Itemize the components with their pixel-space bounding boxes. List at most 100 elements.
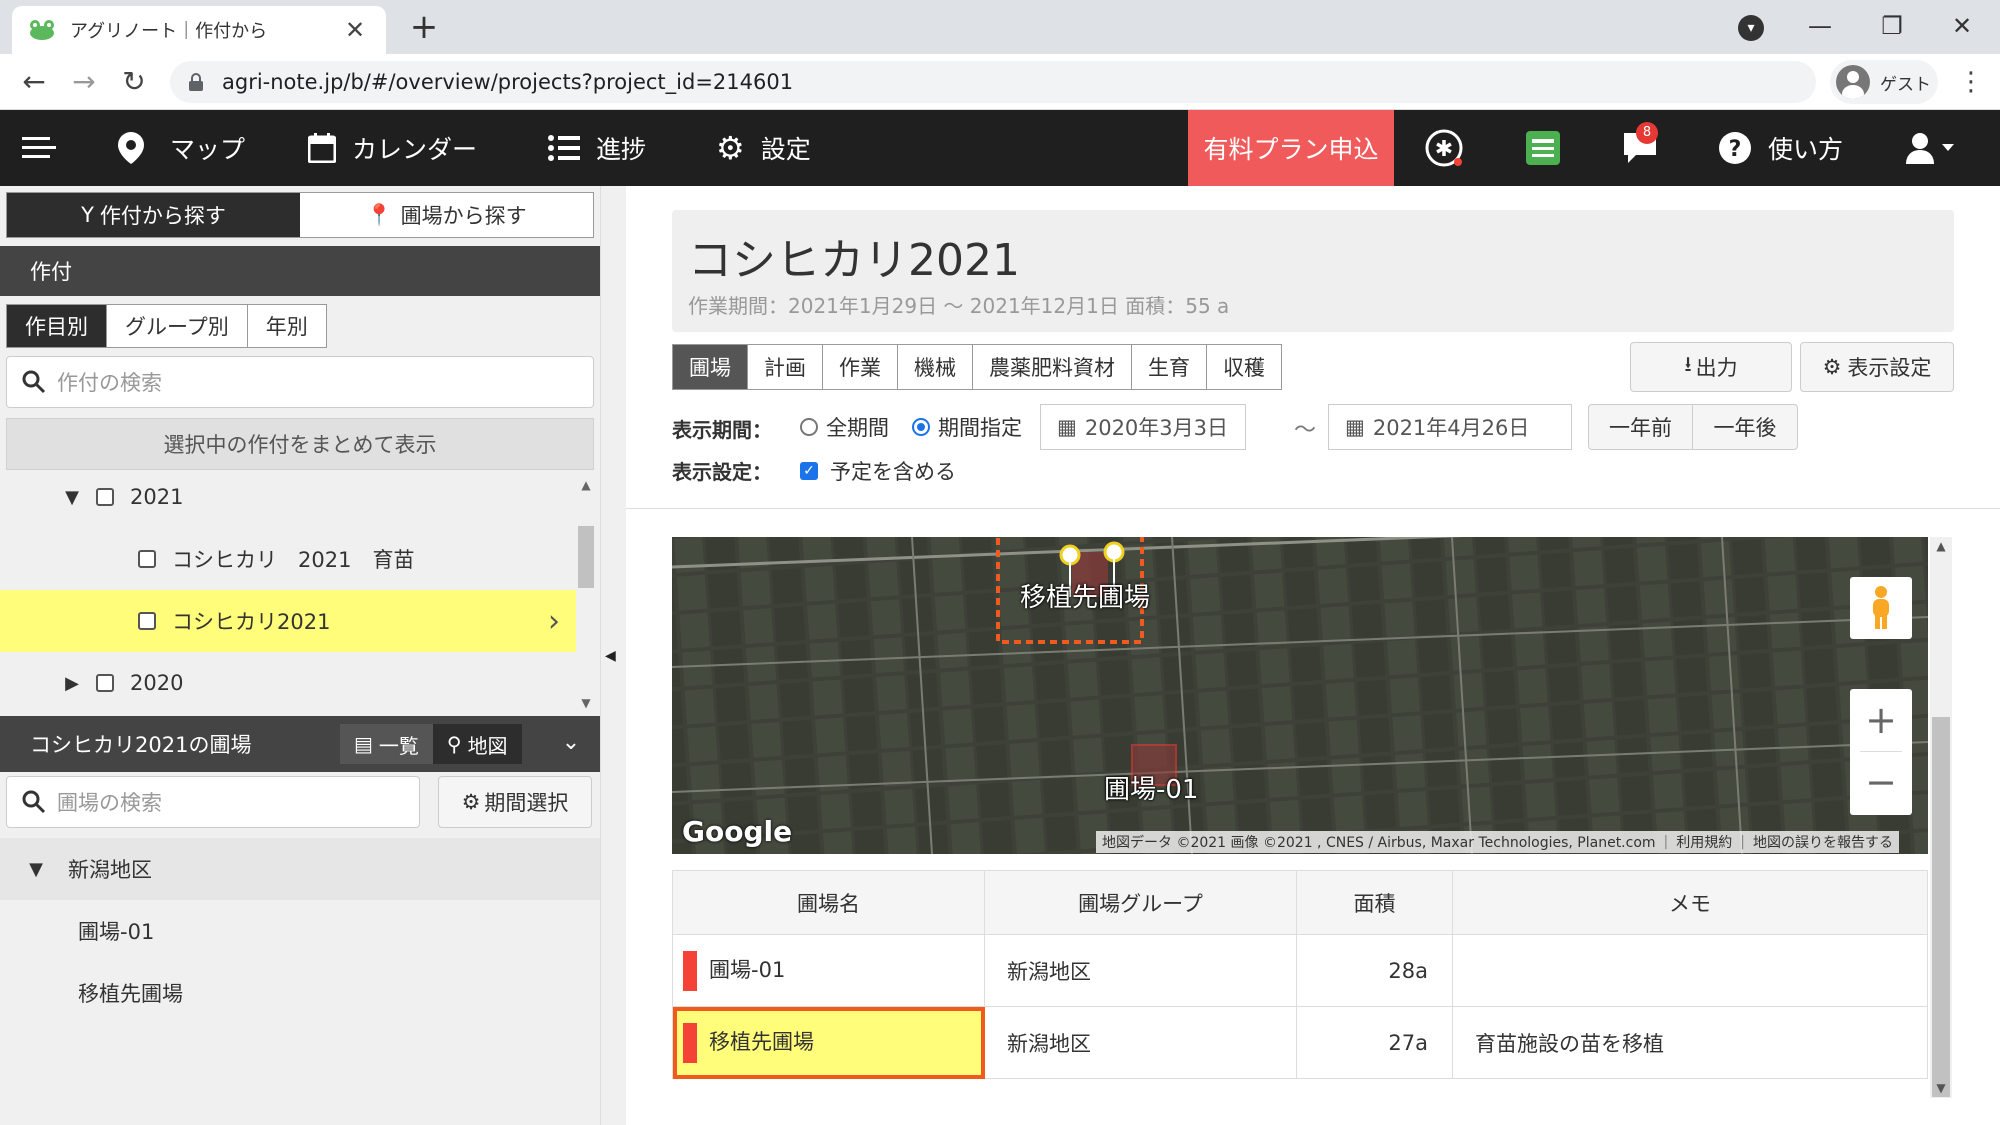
nav-progress[interactable]: 進捗 (548, 110, 646, 186)
radio-custom[interactable] (912, 418, 930, 436)
zoom-in-icon[interactable]: + (1850, 689, 1912, 751)
help-link[interactable]: ? 使い方 (1718, 110, 1843, 186)
next-year-button[interactable]: 一年後 (1693, 405, 1797, 449)
reload-icon[interactable]: ↻ (116, 64, 152, 100)
cell-field-name[interactable]: 圃場-01 (672, 934, 985, 1007)
include-plan-option[interactable]: ✓ 予定を含める (800, 456, 956, 486)
prev-year-button[interactable]: 一年前 (1589, 405, 1693, 449)
restore-icon[interactable]: ❐ (1872, 8, 1912, 44)
zoom-out-icon[interactable]: − (1850, 751, 1912, 813)
date-to-input[interactable]: ▦ 2021年4月26日 (1328, 404, 1572, 450)
terms-link[interactable]: 利用規約 (1676, 832, 1732, 852)
back-icon[interactable]: ← (16, 64, 52, 100)
region-row[interactable]: ▼ 新潟地区 (0, 838, 600, 900)
tab-machinery[interactable]: 機械 (898, 345, 973, 389)
browser-menu-icon[interactable]: ⋮ (1956, 64, 1986, 100)
tab-by-crop-type[interactable]: 作目別 (7, 305, 107, 347)
browser-tab[interactable]: アグリノート｜作付から ✕ (12, 6, 386, 54)
window-close-icon[interactable]: ✕ (1942, 8, 1982, 44)
show-selected-crops-button[interactable]: 選択中の作付をまとめて表示 (6, 418, 594, 470)
notification-icon[interactable] (1622, 110, 1658, 186)
collapse-panel-icon[interactable]: ◀ (605, 648, 616, 664)
nav-map[interactable]: マップ (118, 110, 245, 186)
include-plan-checkbox[interactable]: ✓ (800, 462, 818, 480)
checkbox[interactable] (138, 612, 156, 630)
forward-icon[interactable]: → (66, 64, 102, 100)
close-tab-icon[interactable]: ✕ (340, 16, 370, 44)
profile-button[interactable]: ゲスト (1830, 60, 1938, 104)
col-memo[interactable]: メモ (1452, 870, 1928, 935)
paid-plan-button[interactable]: 有料プラン申込 (1188, 110, 1394, 186)
nav-calendar[interactable]: カレンダー (308, 110, 477, 186)
field-search-input[interactable]: 圃場の検索 (6, 776, 420, 828)
weather-icon[interactable]: ✱ (1424, 110, 1464, 186)
tab-growth[interactable]: 生育 (1132, 345, 1207, 389)
tab-search-icon[interactable]: ▾ (1738, 15, 1764, 41)
tab-materials[interactable]: 農薬肥料資材 (973, 345, 1132, 389)
scroll-down-icon[interactable]: ▼ (576, 696, 596, 710)
date-from-input[interactable]: ▦ 2020年3月3日 (1040, 404, 1246, 450)
tab-search-by-field[interactable]: 📍 圃場から探す (300, 193, 593, 237)
tree-row-crop-selected[interactable]: コシヒカリ2021 › (0, 590, 576, 652)
calendar-icon (308, 133, 336, 163)
tab-harvest[interactable]: 収穫 (1207, 345, 1281, 389)
address-bar[interactable]: agri-note.jp/b/#/overview/projects?proje… (170, 61, 1816, 103)
panel-divider[interactable]: ◀ (600, 186, 626, 1125)
tree-row-2021[interactable]: ▼ 2021 (0, 466, 576, 528)
table-row[interactable]: 圃場-01 新潟地区 28a (672, 934, 1928, 1007)
scroll-thumb[interactable] (578, 526, 594, 588)
tab-search-by-crop[interactable]: Y 作付から探す (7, 193, 300, 237)
record-book-icon[interactable] (1524, 110, 1562, 186)
tab-by-year[interactable]: 年別 (248, 305, 326, 347)
table-row[interactable]: 移植先圃場 新潟地区 27a 育苗施設の苗を移植 (672, 1006, 1928, 1079)
expand-triangle-icon[interactable]: ▶ (62, 673, 82, 694)
col-field-group[interactable]: 圃場グループ (984, 870, 1297, 935)
main-scrollbar[interactable]: ▲ ▼ (1930, 537, 1952, 1098)
col-field-name[interactable]: 圃場名 (672, 870, 985, 935)
street-view-pegman-icon[interactable] (1850, 577, 1912, 639)
tree-row-2020[interactable]: ▶ 2020 (0, 652, 576, 704)
col-area[interactable]: 面積 (1296, 870, 1453, 935)
checkbox[interactable] (96, 674, 114, 692)
scroll-down-icon[interactable]: ▼ (1930, 1081, 1952, 1095)
scroll-up-icon[interactable]: ▲ (576, 478, 596, 492)
period-select-button[interactable]: ⚙ 期間選択 (438, 776, 592, 828)
crop-search-input[interactable]: 作付の検索 (6, 356, 594, 408)
period-custom-option[interactable]: 期間指定 (912, 412, 1022, 442)
display-settings-button[interactable]: ⚙ 表示設定 (1800, 342, 1954, 392)
tab-plan[interactable]: 計画 (748, 345, 823, 389)
period-select-label: 期間選択 (484, 791, 569, 815)
menu-toggle-icon[interactable] (22, 110, 56, 186)
radio-all[interactable] (800, 418, 818, 436)
tree-row-crop[interactable]: コシヒカリ 2021 育苗 (0, 528, 576, 590)
nav-settings[interactable]: ⚙ 設定 (716, 110, 811, 186)
include-plan-label: 予定を含める (830, 460, 956, 484)
report-error-link[interactable]: 地図の誤りを報告する (1753, 832, 1893, 852)
checkbox[interactable] (138, 550, 156, 568)
view-list-button[interactable]: ▤ 一覧 (340, 724, 433, 764)
tab-by-group[interactable]: グループ別 (107, 305, 248, 347)
tab-work[interactable]: 作業 (823, 345, 898, 389)
view-map-button[interactable]: ⚲ 地図 (432, 724, 522, 764)
period-all-option[interactable]: 全期間 (800, 412, 889, 442)
chevron-down-icon[interactable]: ⌄ (556, 728, 586, 758)
export-button[interactable]: ⭳ 出力 (1630, 342, 1792, 392)
scroll-up-icon[interactable]: ▲ (1930, 539, 1952, 553)
field-list-item[interactable]: 圃場-01 (78, 916, 154, 946)
nav-map-label: マップ (170, 135, 246, 164)
collapse-triangle-icon[interactable]: ▼ (62, 487, 82, 508)
tree-label: コシヒカリ 2021 育苗 (172, 548, 415, 572)
field-name-text: 移植先圃場 (709, 1029, 814, 1054)
collapse-triangle-icon[interactable]: ▼ (26, 859, 46, 880)
scroll-thumb[interactable] (1932, 717, 1950, 1097)
field-map[interactable]: 移植先圃場 圃場-01 Google 地図データ ©2021 画像 ©2021 … (672, 537, 1928, 854)
minimize-icon[interactable]: — (1800, 8, 1840, 44)
user-menu[interactable] (1906, 110, 1958, 186)
tree-scrollbar[interactable]: ▲ ▼ (576, 474, 596, 712)
checkbox[interactable] (96, 488, 114, 506)
search-mode-tabs: Y 作付から探す 📍 圃場から探す (6, 192, 594, 238)
cell-field-name-highlighted[interactable]: 移植先圃場 (672, 1006, 985, 1079)
field-list-item[interactable]: 移植先圃場 (78, 978, 183, 1008)
tab-fields[interactable]: 圃場 (673, 345, 748, 389)
new-tab-icon[interactable]: + (406, 10, 442, 46)
